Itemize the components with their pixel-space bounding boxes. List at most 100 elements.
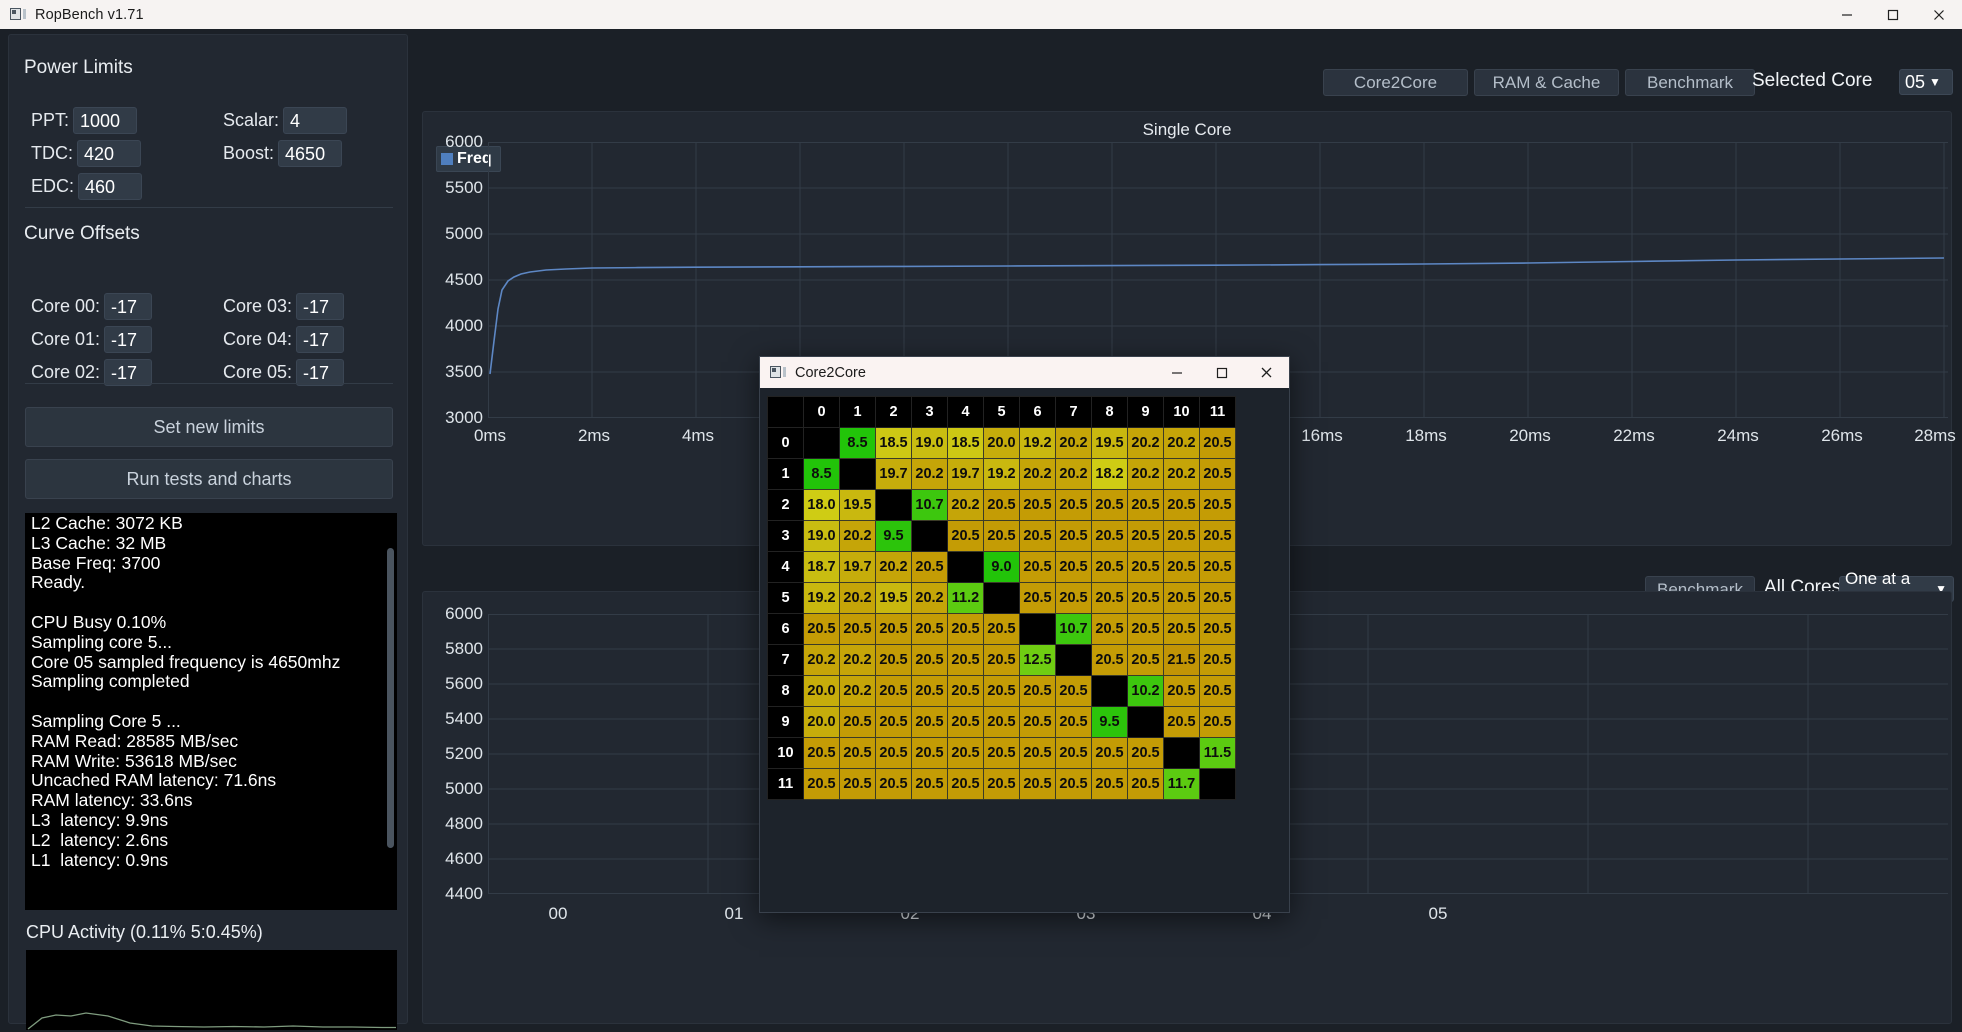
matrix-cell-0-9[interactable]: 20.2 bbox=[1127, 427, 1164, 459]
matrix-cell-5-10[interactable]: 20.5 bbox=[1163, 582, 1200, 614]
matrix-cell-11-7[interactable]: 20.5 bbox=[1055, 768, 1092, 800]
matrix-cell-8-6[interactable]: 20.5 bbox=[1019, 675, 1056, 707]
matrix-cell-2-0[interactable]: 18.0 bbox=[803, 489, 840, 521]
matrix-cell-8-0[interactable]: 20.0 bbox=[803, 675, 840, 707]
matrix-cell-9-3[interactable]: 20.5 bbox=[911, 706, 948, 738]
matrix-cell-0-10[interactable]: 20.2 bbox=[1163, 427, 1200, 459]
matrix-cell-0-11[interactable]: 20.5 bbox=[1199, 427, 1236, 459]
matrix-cell-diagonal-7-7[interactable] bbox=[1055, 644, 1092, 676]
ppt-input[interactable]: 1000 bbox=[73, 107, 138, 134]
matrix-cell-11-1[interactable]: 20.5 bbox=[839, 768, 876, 800]
matrix-cell-4-2[interactable]: 20.2 bbox=[875, 551, 912, 583]
matrix-cell-8-9[interactable]: 10.2 bbox=[1127, 675, 1164, 707]
matrix-cell-1-2[interactable]: 19.7 bbox=[875, 458, 912, 490]
matrix-cell-3-7[interactable]: 20.5 bbox=[1055, 520, 1092, 552]
core-04-input[interactable]: -17 bbox=[296, 326, 345, 353]
matrix-cell-4-10[interactable]: 20.5 bbox=[1163, 551, 1200, 583]
matrix-cell-diagonal-11-11[interactable] bbox=[1199, 768, 1236, 800]
matrix-cell-9-6[interactable]: 20.5 bbox=[1019, 706, 1056, 738]
tab-core2core[interactable]: Core2Core bbox=[1323, 69, 1468, 96]
set-new-limits-button[interactable]: Set new limits bbox=[25, 407, 393, 447]
matrix-cell-diagonal-4-4[interactable] bbox=[947, 551, 984, 583]
matrix-cell-11-3[interactable]: 20.5 bbox=[911, 768, 948, 800]
matrix-cell-6-0[interactable]: 20.5 bbox=[803, 613, 840, 645]
matrix-cell-4-0[interactable]: 18.7 bbox=[803, 551, 840, 583]
matrix-cell-5-8[interactable]: 20.5 bbox=[1091, 582, 1128, 614]
matrix-cell-9-2[interactable]: 20.5 bbox=[875, 706, 912, 738]
matrix-cell-11-9[interactable]: 20.5 bbox=[1127, 768, 1164, 800]
matrix-cell-diagonal-1-1[interactable] bbox=[839, 458, 876, 490]
matrix-cell-3-11[interactable]: 20.5 bbox=[1199, 520, 1236, 552]
matrix-cell-7-4[interactable]: 20.5 bbox=[947, 644, 984, 676]
matrix-cell-diagonal-9-9[interactable] bbox=[1127, 706, 1164, 738]
matrix-cell-8-7[interactable]: 20.5 bbox=[1055, 675, 1092, 707]
log-scrollbar-thumb[interactable] bbox=[387, 548, 394, 848]
matrix-cell-2-5[interactable]: 20.5 bbox=[983, 489, 1020, 521]
matrix-cell-11-8[interactable]: 20.5 bbox=[1091, 768, 1128, 800]
matrix-cell-8-11[interactable]: 20.5 bbox=[1199, 675, 1236, 707]
tab-benchmark[interactable]: Benchmark bbox=[1625, 69, 1755, 96]
scalar-input[interactable]: 4 bbox=[283, 107, 348, 134]
matrix-cell-10-8[interactable]: 20.5 bbox=[1091, 737, 1128, 769]
matrix-cell-9-0[interactable]: 20.0 bbox=[803, 706, 840, 738]
matrix-cell-diagonal-5-5[interactable] bbox=[983, 582, 1020, 614]
matrix-cell-3-6[interactable]: 20.5 bbox=[1019, 520, 1056, 552]
matrix-cell-2-8[interactable]: 20.5 bbox=[1091, 489, 1128, 521]
matrix-cell-10-1[interactable]: 20.5 bbox=[839, 737, 876, 769]
matrix-cell-10-0[interactable]: 20.5 bbox=[803, 737, 840, 769]
matrix-cell-7-9[interactable]: 20.5 bbox=[1127, 644, 1164, 676]
matrix-cell-6-10[interactable]: 20.5 bbox=[1163, 613, 1200, 645]
matrix-cell-6-3[interactable]: 20.5 bbox=[911, 613, 948, 645]
boost-input[interactable]: 4650 bbox=[278, 140, 343, 167]
matrix-cell-5-6[interactable]: 20.5 bbox=[1019, 582, 1056, 614]
matrix-cell-9-7[interactable]: 20.5 bbox=[1055, 706, 1092, 738]
matrix-cell-1-4[interactable]: 19.7 bbox=[947, 458, 984, 490]
matrix-cell-3-4[interactable]: 20.5 bbox=[947, 520, 984, 552]
matrix-cell-6-5[interactable]: 20.5 bbox=[983, 613, 1020, 645]
matrix-cell-6-4[interactable]: 20.5 bbox=[947, 613, 984, 645]
matrix-cell-5-4[interactable]: 11.2 bbox=[947, 582, 984, 614]
core-00-input[interactable]: -17 bbox=[104, 293, 153, 320]
dialog-close-button[interactable] bbox=[1244, 357, 1289, 388]
matrix-cell-2-6[interactable]: 20.5 bbox=[1019, 489, 1056, 521]
matrix-cell-4-7[interactable]: 20.5 bbox=[1055, 551, 1092, 583]
matrix-cell-11-4[interactable]: 20.5 bbox=[947, 768, 984, 800]
matrix-cell-1-3[interactable]: 20.2 bbox=[911, 458, 948, 490]
matrix-cell-10-4[interactable]: 20.5 bbox=[947, 737, 984, 769]
matrix-cell-8-5[interactable]: 20.5 bbox=[983, 675, 1020, 707]
selected-core-dropdown[interactable]: 05 ▼ bbox=[1899, 69, 1953, 95]
matrix-cell-11-2[interactable]: 20.5 bbox=[875, 768, 912, 800]
matrix-cell-2-11[interactable]: 20.5 bbox=[1199, 489, 1236, 521]
matrix-cell-5-7[interactable]: 20.5 bbox=[1055, 582, 1092, 614]
matrix-cell-9-11[interactable]: 20.5 bbox=[1199, 706, 1236, 738]
matrix-cell-diagonal-3-3[interactable] bbox=[911, 520, 948, 552]
matrix-cell-10-3[interactable]: 20.5 bbox=[911, 737, 948, 769]
matrix-cell-8-2[interactable]: 20.5 bbox=[875, 675, 912, 707]
run-tests-and-charts-button[interactable]: Run tests and charts bbox=[25, 459, 393, 499]
matrix-cell-9-5[interactable]: 20.5 bbox=[983, 706, 1020, 738]
matrix-cell-5-2[interactable]: 19.5 bbox=[875, 582, 912, 614]
close-button[interactable] bbox=[1916, 0, 1962, 29]
matrix-cell-4-1[interactable]: 19.7 bbox=[839, 551, 876, 583]
matrix-cell-0-3[interactable]: 19.0 bbox=[911, 427, 948, 459]
matrix-cell-1-5[interactable]: 19.2 bbox=[983, 458, 1020, 490]
matrix-cell-7-5[interactable]: 20.5 bbox=[983, 644, 1020, 676]
matrix-cell-6-1[interactable]: 20.5 bbox=[839, 613, 876, 645]
matrix-cell-9-10[interactable]: 20.5 bbox=[1163, 706, 1200, 738]
matrix-cell-0-8[interactable]: 19.5 bbox=[1091, 427, 1128, 459]
matrix-cell-6-7[interactable]: 10.7 bbox=[1055, 613, 1092, 645]
matrix-cell-0-4[interactable]: 18.5 bbox=[947, 427, 984, 459]
matrix-cell-4-3[interactable]: 20.5 bbox=[911, 551, 948, 583]
matrix-cell-8-4[interactable]: 20.5 bbox=[947, 675, 984, 707]
matrix-cell-3-2[interactable]: 9.5 bbox=[875, 520, 912, 552]
matrix-cell-7-1[interactable]: 20.2 bbox=[839, 644, 876, 676]
core-05-input[interactable]: -17 bbox=[296, 359, 345, 386]
matrix-cell-1-7[interactable]: 20.2 bbox=[1055, 458, 1092, 490]
matrix-cell-7-6[interactable]: 12.5 bbox=[1019, 644, 1056, 676]
minimize-button[interactable] bbox=[1824, 0, 1870, 29]
matrix-cell-2-9[interactable]: 20.5 bbox=[1127, 489, 1164, 521]
tdc-input[interactable]: 420 bbox=[77, 140, 141, 167]
matrix-cell-10-5[interactable]: 20.5 bbox=[983, 737, 1020, 769]
dialog-maximize-button[interactable] bbox=[1199, 357, 1244, 388]
matrix-cell-diagonal-8-8[interactable] bbox=[1091, 675, 1128, 707]
